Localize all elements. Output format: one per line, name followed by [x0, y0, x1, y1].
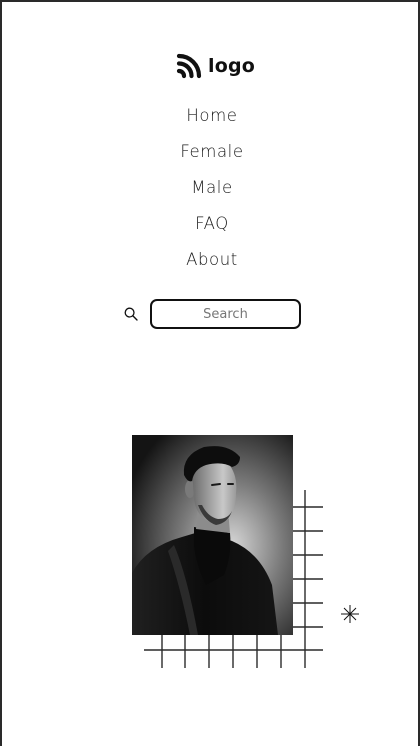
nav-item-male[interactable]: Male: [2, 174, 420, 210]
nav-item-faq[interactable]: FAQ: [2, 210, 420, 246]
logo-text: logo: [208, 55, 256, 77]
search-icon[interactable]: [124, 307, 138, 321]
sparkle-icon: [341, 605, 359, 623]
nav-item-about[interactable]: About: [2, 246, 420, 282]
nav-item-home[interactable]: Home: [2, 102, 420, 138]
logo[interactable]: logo: [176, 52, 255, 80]
search-input[interactable]: [150, 299, 301, 329]
page-frame: logo Home Female Male FAQ About: [0, 0, 420, 746]
search-bar: [124, 299, 301, 329]
main-nav: Home Female Male FAQ About: [2, 102, 420, 282]
hero-section: [132, 435, 362, 675]
portrait-photo: [132, 435, 293, 635]
nav-item-female[interactable]: Female: [2, 138, 420, 174]
signal-arcs-icon: [176, 53, 202, 79]
